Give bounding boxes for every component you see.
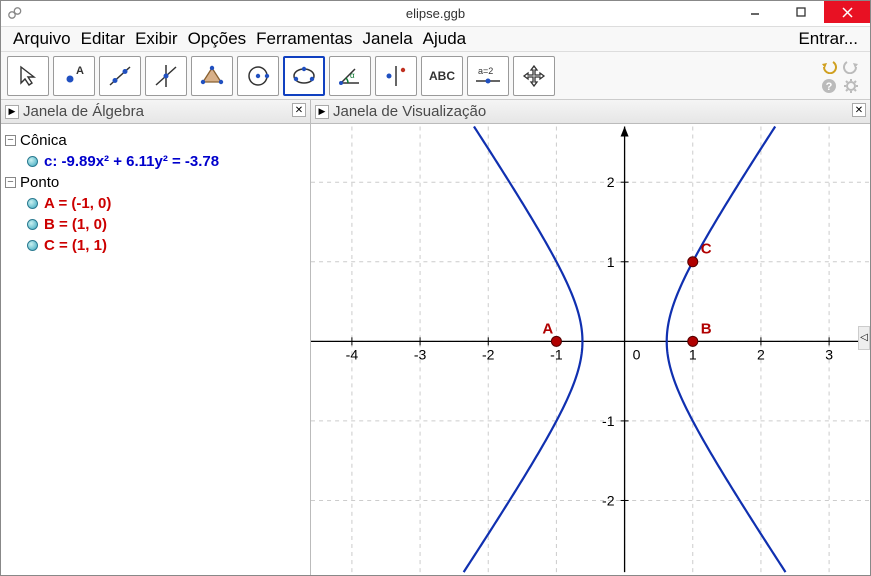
maximize-button[interactable] <box>778 1 824 23</box>
menu-editar[interactable]: Editar <box>77 27 129 51</box>
titlebar: elipse.ggb <box>1 1 870 26</box>
algebra-tree: − Cônica c: -9.89x² + 6.11y² = -3.78 − P… <box>1 124 310 262</box>
tree-item-point-b[interactable]: B = (1, 0) <box>5 214 306 235</box>
svg-text:-2: -2 <box>482 347 495 363</box>
settings-icon[interactable] <box>842 77 860 95</box>
svg-text:2: 2 <box>757 347 765 363</box>
tree-item-conic-c[interactable]: c: -9.89x² + 6.11y² = -3.78 <box>5 151 306 172</box>
login-link[interactable]: Entrar... <box>794 27 862 51</box>
tree-category-point[interactable]: − Ponto <box>5 172 306 193</box>
svg-text:α: α <box>350 71 355 80</box>
conic-tool[interactable] <box>283 56 325 96</box>
svg-text:?: ? <box>826 81 833 93</box>
text-tool[interactable]: ABC <box>421 56 463 96</box>
algebra-toggle-icon[interactable]: ▶ <box>5 105 19 119</box>
angle-tool[interactable]: α <box>329 56 371 96</box>
svg-text:-2: -2 <box>602 493 615 509</box>
tree-category-conic[interactable]: − Cônica <box>5 130 306 151</box>
slider-label: a=2 <box>478 66 493 76</box>
move-view-tool[interactable] <box>513 56 555 96</box>
content-area: ▶ Janela de Álgebra ✕ − Cônica c: -9.89x… <box>1 100 870 575</box>
svg-text:1: 1 <box>607 254 615 270</box>
polygon-tool[interactable] <box>191 56 233 96</box>
category-label: Cônica <box>20 132 67 149</box>
graphics-toggle-icon[interactable]: ▶ <box>315 105 329 119</box>
menu-ferramentas[interactable]: Ferramentas <box>252 27 356 51</box>
svg-text:C: C <box>701 241 712 258</box>
menubar: Arquivo Editar Exibir Opções Ferramentas… <box>1 26 870 53</box>
algebra-panel-title: Janela de Álgebra <box>23 103 144 120</box>
svg-text:-1: -1 <box>550 347 563 363</box>
category-label: Ponto <box>20 174 59 191</box>
svg-text:-4: -4 <box>346 347 359 363</box>
menu-list: Arquivo Editar Exibir Opções Ferramentas… <box>9 27 470 51</box>
undo-button[interactable] <box>820 57 838 75</box>
app-window: elipse.ggb Arquivo Editar Exibir Opções … <box>0 0 871 576</box>
point-b-label: B = (1, 0) <box>44 216 107 233</box>
conic-equation: c: -9.89x² + 6.11y² = -3.78 <box>44 153 219 170</box>
menu-exibir[interactable]: Exibir <box>131 27 182 51</box>
toolbar: A α ABC a=2 ? <box>1 52 870 100</box>
tree-item-point-c[interactable]: C = (1, 1) <box>5 235 306 256</box>
reflect-tool[interactable] <box>375 56 417 96</box>
graphics-panel-title: Janela de Visualização <box>333 103 486 120</box>
graphics-panel-header: ▶ Janela de Visualização ✕ <box>311 100 870 124</box>
svg-text:2: 2 <box>607 175 615 191</box>
app-icon <box>7 5 23 21</box>
side-collapse-icon[interactable]: ◁ <box>858 326 870 350</box>
menu-opcoes[interactable]: Opções <box>184 27 251 51</box>
visibility-dot-icon[interactable] <box>27 219 38 230</box>
redo-button[interactable] <box>842 57 860 75</box>
collapse-icon[interactable]: − <box>5 135 16 146</box>
svg-text:0: 0 <box>633 347 641 363</box>
svg-text:1: 1 <box>689 347 697 363</box>
svg-text:A: A <box>542 321 553 338</box>
graph-canvas[interactable]: -4 -3 -2 -1 1 2 3 -2 -1 1 2 0 A B C <box>311 124 870 575</box>
minimize-button[interactable] <box>732 1 778 23</box>
close-button[interactable] <box>824 1 870 23</box>
window-controls <box>732 1 870 23</box>
slider-tool[interactable]: a=2 <box>467 56 509 96</box>
toolbar-right: ? <box>820 57 864 95</box>
svg-text:3: 3 <box>825 347 833 363</box>
point-a-label: A = (-1, 0) <box>44 195 111 212</box>
visibility-dot-icon[interactable] <box>27 156 38 167</box>
point-tool[interactable]: A <box>53 56 95 96</box>
svg-text:B: B <box>701 321 712 338</box>
perpendicular-tool[interactable] <box>145 56 187 96</box>
algebra-panel: ▶ Janela de Álgebra ✕ − Cônica c: -9.89x… <box>1 100 311 575</box>
tree-item-point-a[interactable]: A = (-1, 0) <box>5 193 306 214</box>
menu-arquivo[interactable]: Arquivo <box>9 27 75 51</box>
line-tool[interactable] <box>99 56 141 96</box>
graphics-panel: ▶ Janela de Visualização ✕ -4 -3 -2 -1 1 2 3 -2… <box>311 100 870 575</box>
collapse-icon[interactable]: − <box>5 177 16 188</box>
menu-ajuda[interactable]: Ajuda <box>419 27 470 51</box>
circle-tool[interactable] <box>237 56 279 96</box>
svg-text:-3: -3 <box>414 347 427 363</box>
menu-janela[interactable]: Janela <box>359 27 417 51</box>
move-tool[interactable] <box>7 56 49 96</box>
point-c-label: C = (1, 1) <box>44 237 107 254</box>
visibility-dot-icon[interactable] <box>27 198 38 209</box>
algebra-panel-header: ▶ Janela de Álgebra ✕ <box>1 100 310 124</box>
svg-text:A: A <box>76 65 84 77</box>
visibility-dot-icon[interactable] <box>27 240 38 251</box>
algebra-close-icon[interactable]: ✕ <box>292 103 306 117</box>
help-icon[interactable]: ? <box>820 77 838 95</box>
graphics-close-icon[interactable]: ✕ <box>852 103 866 117</box>
svg-text:-1: -1 <box>602 413 615 429</box>
